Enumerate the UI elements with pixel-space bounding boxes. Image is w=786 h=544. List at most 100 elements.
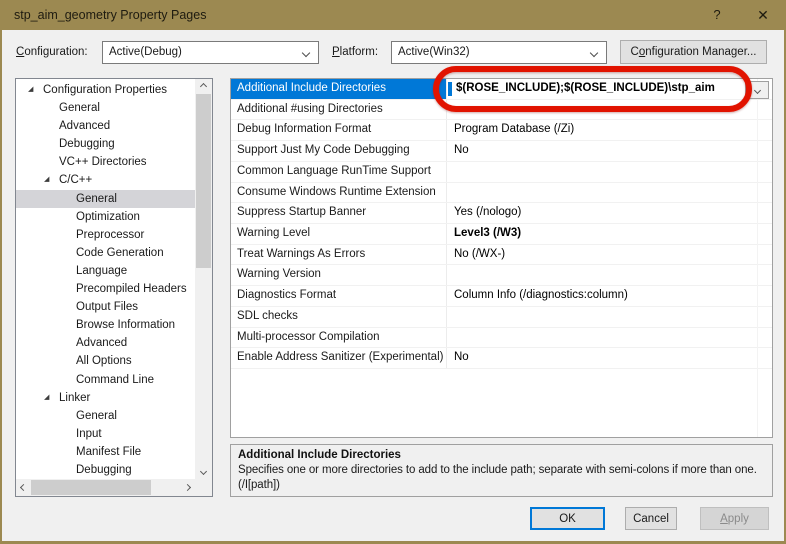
tree-item-browse-information[interactable]: Browse Information: [16, 316, 195, 334]
property-value[interactable]: [446, 182, 772, 203]
configuration-manager-button[interactable]: Configuration Manager...: [620, 40, 767, 64]
property-row-debug-information-format[interactable]: Debug Information Format Program Database…: [231, 120, 772, 142]
property-row-additional-include-directories[interactable]: Additional Include Directories $(ROSE_INC…: [231, 79, 772, 100]
property-row-multi-processor-compilation[interactable]: Multi-processor Compilation: [231, 327, 772, 349]
tree-item-manifest-file[interactable]: Manifest File: [16, 443, 195, 461]
property-name[interactable]: Warning Version: [231, 265, 446, 285]
scroll-up-icon[interactable]: [195, 79, 212, 94]
tree-item-label: Linker: [59, 391, 91, 404]
property-row-consume-windows-runtime-extension[interactable]: Consume Windows Runtime Extension: [231, 182, 772, 204]
tree-item-output-files[interactable]: Output Files: [16, 298, 195, 316]
scroll-left-icon[interactable]: [16, 480, 31, 495]
property-row-treat-warnings-as-errors[interactable]: Treat Warnings As Errors No (/WX-): [231, 244, 772, 266]
tree-item-label: Preprocessor: [76, 228, 145, 241]
property-row-warning-version[interactable]: Warning Version: [231, 265, 772, 287]
scrollbar-corner: [195, 479, 212, 496]
tree-expand-icon[interactable]: ◢: [44, 171, 49, 189]
property-value[interactable]: No (/WX-): [446, 244, 772, 265]
property-name[interactable]: Common Language RunTime Support: [231, 162, 446, 182]
property-name[interactable]: Diagnostics Format: [231, 286, 446, 306]
tree-item-label: General: [76, 192, 117, 205]
property-grid: Additional Include Directories $(ROSE_INC…: [230, 78, 773, 438]
configuration-label: Configuration:: [16, 46, 88, 58]
property-name[interactable]: Warning Level: [231, 224, 446, 244]
property-row-additional-using-directories[interactable]: Additional #using Directories: [231, 99, 772, 121]
property-value[interactable]: Yes (/nologo): [446, 203, 772, 224]
tree-item-label: All Options: [76, 355, 132, 368]
tree-expand-icon[interactable]: ◢: [28, 81, 33, 99]
property-row-warning-level[interactable]: Warning Level Level3 (/W3): [231, 224, 772, 245]
description-title: Additional Include Directories: [238, 449, 401, 461]
property-value[interactable]: [446, 306, 772, 327]
tree-item-precompiled-headers[interactable]: Precompiled Headers: [16, 280, 195, 298]
tree-item-configuration-properties[interactable]: ◢ Configuration Properties: [16, 81, 195, 99]
property-name[interactable]: SDL checks: [231, 307, 446, 327]
tree-expand-icon[interactable]: ◢: [44, 389, 49, 407]
property-pages-dialog: stp_aim_geometry Property Pages ? ✕ Conf…: [0, 0, 786, 544]
tree-item-label: Code Generation: [76, 246, 164, 259]
tree-item-optimization[interactable]: Optimization: [16, 208, 195, 226]
tree-item-c-c[interactable]: ◢ C/C++: [16, 171, 195, 189]
tree-horizontal-scrollbar[interactable]: [16, 479, 195, 496]
tree-item-label: Debugging: [76, 463, 132, 476]
property-value[interactable]: No: [446, 348, 772, 369]
configuration-value: Active(Debug): [109, 46, 182, 58]
tree-item-input[interactable]: Input: [16, 425, 195, 443]
tree-item-general[interactable]: General: [16, 99, 195, 117]
property-name[interactable]: Debug Information Format: [231, 120, 446, 140]
tree-item-language[interactable]: Language: [16, 262, 195, 280]
property-row-enable-address-sanitizer-experimental[interactable]: Enable Address Sanitizer (Experimental) N…: [231, 348, 772, 370]
property-name[interactable]: Additional Include Directories: [231, 79, 446, 99]
configuration-select[interactable]: Active(Debug): [102, 41, 319, 64]
property-value[interactable]: Column Info (/diagnostics:column): [446, 286, 772, 306]
tree-item-code-generation[interactable]: Code Generation: [16, 244, 195, 262]
platform-select[interactable]: Active(Win32): [391, 41, 607, 64]
help-icon[interactable]: ?: [700, 0, 734, 30]
scroll-right-icon[interactable]: [180, 480, 195, 495]
property-value[interactable]: Level3 (/W3): [446, 224, 772, 244]
property-value[interactable]: No: [446, 141, 772, 161]
cancel-button[interactable]: Cancel: [625, 507, 677, 530]
tree-item-advanced[interactable]: Advanced: [16, 334, 195, 352]
property-row-common-language-runtime-support[interactable]: Common Language RunTime Support: [231, 161, 772, 183]
ok-button[interactable]: OK: [530, 507, 605, 530]
tree-item-all-options[interactable]: All Options: [16, 352, 195, 370]
property-row-sdl-checks[interactable]: SDL checks: [231, 306, 772, 328]
scroll-down-icon[interactable]: [195, 464, 212, 479]
tree-item-label: Browse Information: [76, 319, 176, 332]
tree-item-vc-directories[interactable]: VC++ Directories: [16, 153, 195, 171]
property-name[interactable]: Treat Warnings As Errors: [231, 245, 446, 265]
close-icon[interactable]: ✕: [746, 0, 780, 30]
tree-item-debugging[interactable]: Debugging: [16, 461, 195, 479]
tree-item-general[interactable]: General: [16, 189, 195, 208]
tree-item-label: Optimization: [76, 210, 140, 223]
tree-item-command-line[interactable]: Command Line: [16, 371, 195, 389]
apply-button[interactable]: Apply: [700, 507, 769, 530]
property-name[interactable]: Enable Address Sanitizer (Experimental): [231, 348, 446, 368]
tree-item-label: Precompiled Headers: [76, 283, 187, 296]
tree-item-general[interactable]: General: [16, 407, 195, 425]
tree-item-preprocessor[interactable]: Preprocessor: [16, 226, 195, 244]
property-row-suppress-startup-banner[interactable]: Suppress Startup Banner Yes (/nologo): [231, 203, 772, 225]
property-name[interactable]: Additional #using Directories: [231, 100, 446, 120]
tree-item-advanced[interactable]: Advanced: [16, 117, 195, 135]
property-name[interactable]: Support Just My Code Debugging: [231, 141, 446, 161]
property-name[interactable]: Multi-processor Compilation: [231, 328, 446, 348]
horizontal-scroll-thumb[interactable]: [31, 480, 151, 495]
value-dropdown-button[interactable]: [745, 81, 769, 99]
property-name[interactable]: Suppress Startup Banner: [231, 203, 446, 223]
property-value[interactable]: [446, 265, 772, 286]
property-name[interactable]: Consume Windows Runtime Extension: [231, 183, 446, 203]
property-row-support-just-my-code-debugging[interactable]: Support Just My Code Debugging No: [231, 141, 772, 162]
tree-item-linker[interactable]: ◢ Linker: [16, 389, 195, 407]
platform-label: Platform:: [332, 46, 379, 58]
tree-item-debugging[interactable]: Debugging: [16, 135, 195, 153]
property-value[interactable]: $(ROSE_INCLUDE);$(ROSE_INCLUDE)\stp_aim: [446, 79, 772, 99]
property-value[interactable]: Program Database (/Zi): [446, 120, 772, 141]
property-row-diagnostics-format[interactable]: Diagnostics Format Column Info (/diagnost…: [231, 286, 772, 307]
vertical-scroll-thumb[interactable]: [196, 94, 211, 268]
property-value[interactable]: [446, 99, 772, 120]
tree-vertical-scrollbar[interactable]: [195, 79, 212, 479]
property-value[interactable]: [446, 161, 772, 182]
property-value[interactable]: [446, 327, 772, 348]
